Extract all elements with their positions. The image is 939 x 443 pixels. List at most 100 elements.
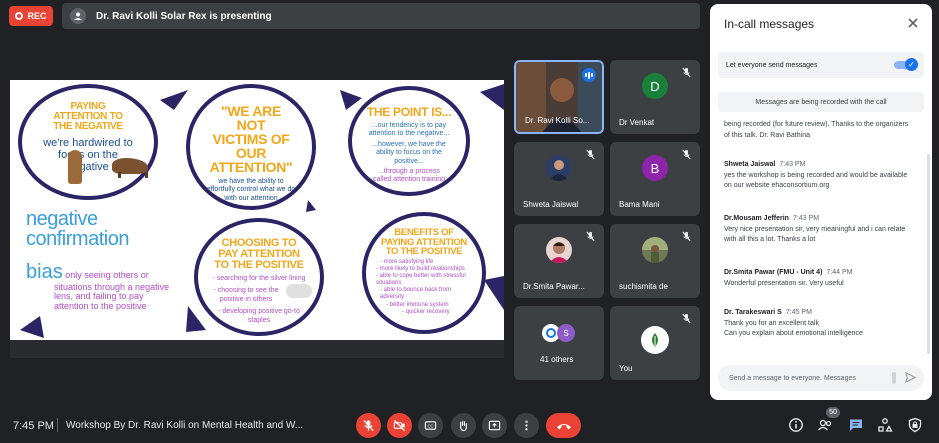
mic-off-icon [682, 231, 691, 242]
others-avatar-stack: S [542, 324, 582, 344]
slide-circle-negative: PAYING ATTENTION TO THE NEGATIVE we're h… [18, 84, 158, 200]
captions-button[interactable]: CC [418, 413, 443, 438]
message-time: 7:45 PM [785, 309, 812, 316]
message-time: 7:43 PM [779, 161, 806, 168]
avatar: B [642, 155, 668, 181]
mic-off-icon [682, 313, 691, 324]
chat-message: Dr. Tarakeswari S 7:45 PM Thank you for a… [724, 308, 914, 340]
mic-off-icon [363, 419, 374, 432]
leave-call-button[interactable] [546, 413, 581, 438]
c4-item3: - developing positive go-to staples [218, 308, 300, 324]
chat-message: Dr.Mousam Jefferin 7:43 PM Very nice pres… [724, 214, 914, 246]
meeting-title: Workshop By Dr. Ravi Kolli on Mental Hea… [66, 420, 304, 431]
panel-title: In-call messages [724, 17, 815, 31]
recording-indicator: REC [9, 6, 53, 26]
chat-message: being recorded (for future review). Than… [724, 120, 914, 141]
hand-icon [460, 420, 467, 432]
raise-hand-button[interactable] [451, 413, 476, 438]
present-button[interactable] [482, 413, 507, 438]
message-author: Dr.Smita Pawar (FMU - Unit 4) [724, 269, 823, 276]
presenting-banner: Dr. Ravi Kolli Solar Rex is presenting [62, 3, 700, 29]
more-vert-icon [525, 420, 528, 431]
c2-title: "WE ARE NOT VICTIMS OF OUR ATTENTION" [209, 103, 293, 175]
message-author: Shweta Jaiswal [724, 161, 776, 168]
chat-icon[interactable] [848, 417, 864, 433]
record-icon [15, 12, 24, 20]
message-text: Can you explain about emotional intellig… [724, 330, 863, 337]
message-text: yes the workshop is being recorded and w… [724, 171, 908, 190]
host-controls-icon[interactable] [907, 417, 923, 433]
participant-name: Dr. Ravi Kolli So... [525, 116, 590, 125]
participant-name: Shweta Jaiswal [523, 200, 579, 209]
camera-toggle-button[interactable] [387, 413, 412, 438]
participant-tile-shweta-jaiswal[interactable]: Shweta Jaiswal [514, 142, 604, 216]
participant-tile-ravi-kolli[interactable]: Dr. Ravi Kolli So... [514, 60, 604, 134]
tiger-illustration [112, 158, 148, 178]
participant-tile-dr-venkat[interactable]: D Dr Venkat [610, 60, 700, 134]
mic-off-icon [586, 231, 595, 242]
presenter-avatar-icon [70, 8, 86, 24]
participant-tile-smita-pawar[interactable]: Dr.Smita Pawar... [514, 224, 604, 298]
participant-tile-suchismita-de[interactable]: suchismita de [610, 224, 700, 298]
input-scroll-handle [892, 372, 896, 384]
message-text: Very nice presentation sir, very meaning… [724, 225, 906, 244]
message-input[interactable]: Send a message to everyone. Messages [718, 365, 924, 391]
present-screen-icon [488, 420, 501, 431]
divider [57, 418, 58, 432]
slide-circle-victims: "WE ARE NOT VICTIMS OF OUR ATTENTION" we… [186, 84, 316, 210]
c2-body: we have the ability to effortfully contr… [206, 178, 296, 202]
c5-item4: - able to bounce back from adversity [380, 287, 452, 301]
mic-off-icon [586, 149, 595, 160]
c3-title: THE POINT IS... [366, 105, 452, 119]
participant-name: You [619, 364, 633, 373]
neg-line3: bias [26, 261, 63, 283]
mic-toggle-button[interactable] [356, 413, 381, 438]
check-icon: ✓ [905, 58, 918, 71]
participant-name: Bama Mani [619, 200, 660, 209]
message-time: 7:43 PM [792, 215, 820, 222]
people-icon[interactable] [817, 417, 833, 433]
shared-slide: PAYING ATTENTION TO THE NEGATIVE we're h… [10, 80, 504, 340]
caveman-illustration [68, 150, 82, 184]
neg-bias-heading: negative confirmation [26, 209, 129, 249]
activities-icon[interactable] [877, 417, 893, 433]
cloud-illustration [286, 284, 312, 298]
c3-body2: ...however, we have the ability to focus… [372, 140, 446, 165]
c5-title: BENEFITS OF PAYING ATTENTION TO THE POSI… [381, 227, 467, 257]
avatar: D [642, 73, 668, 99]
message-input-placeholder: Send a message to everyone. Messages [729, 374, 856, 382]
c5-item2: - more likely to build relationships [376, 265, 465, 272]
participant-name: Dr.Smita Pawar... [523, 282, 585, 291]
info-icon[interactable] [788, 417, 804, 433]
avatar [641, 326, 669, 354]
avatar [546, 155, 572, 181]
c1-title: PAYING ATTENTION TO THE NEGATIVE [53, 101, 123, 132]
send-permission-toggle[interactable]: ✓ [894, 58, 918, 71]
participant-tile-others[interactable]: S 41 others [514, 306, 604, 380]
presenting-text: Dr. Ravi Kolli Solar Rex is presenting [96, 10, 272, 22]
c3-body1: ...our tendency is to pay attention to t… [368, 122, 450, 138]
participant-name: Dr Venkat [619, 118, 655, 127]
participant-tile-you[interactable]: You [610, 306, 700, 380]
message-author: Dr. Tarakeswari S [724, 309, 782, 316]
close-icon[interactable] [906, 16, 920, 30]
recording-notice: Messages are being recorded with the cal… [718, 92, 924, 112]
send-icon[interactable] [904, 371, 917, 384]
avatar [642, 237, 668, 263]
mic-off-icon [682, 67, 691, 78]
c5-item5: - better immune system [386, 301, 449, 308]
svg-text:CC: CC [427, 423, 433, 428]
chat-scrollbar[interactable] [927, 154, 930, 354]
participant-tile-bama-mani[interactable]: B Bama Mani [610, 142, 700, 216]
avatar [546, 237, 572, 263]
neg-bias-description: bias only seeing others or situations th… [26, 262, 174, 311]
send-permission-row: Let everyone send messages ✓ [718, 52, 924, 78]
more-options-button[interactable] [514, 413, 539, 438]
c4-item2: - choosing to see the positive in others [213, 287, 279, 303]
in-call-messages-panel: In-call messages Let everyone send messa… [710, 4, 932, 400]
message-author: Dr.Mousam Jefferin [724, 215, 789, 222]
mic-off-icon [682, 149, 691, 160]
captions-icon: CC [424, 421, 437, 430]
slide-bottom-strip [10, 340, 504, 358]
avatar: S [557, 324, 575, 342]
